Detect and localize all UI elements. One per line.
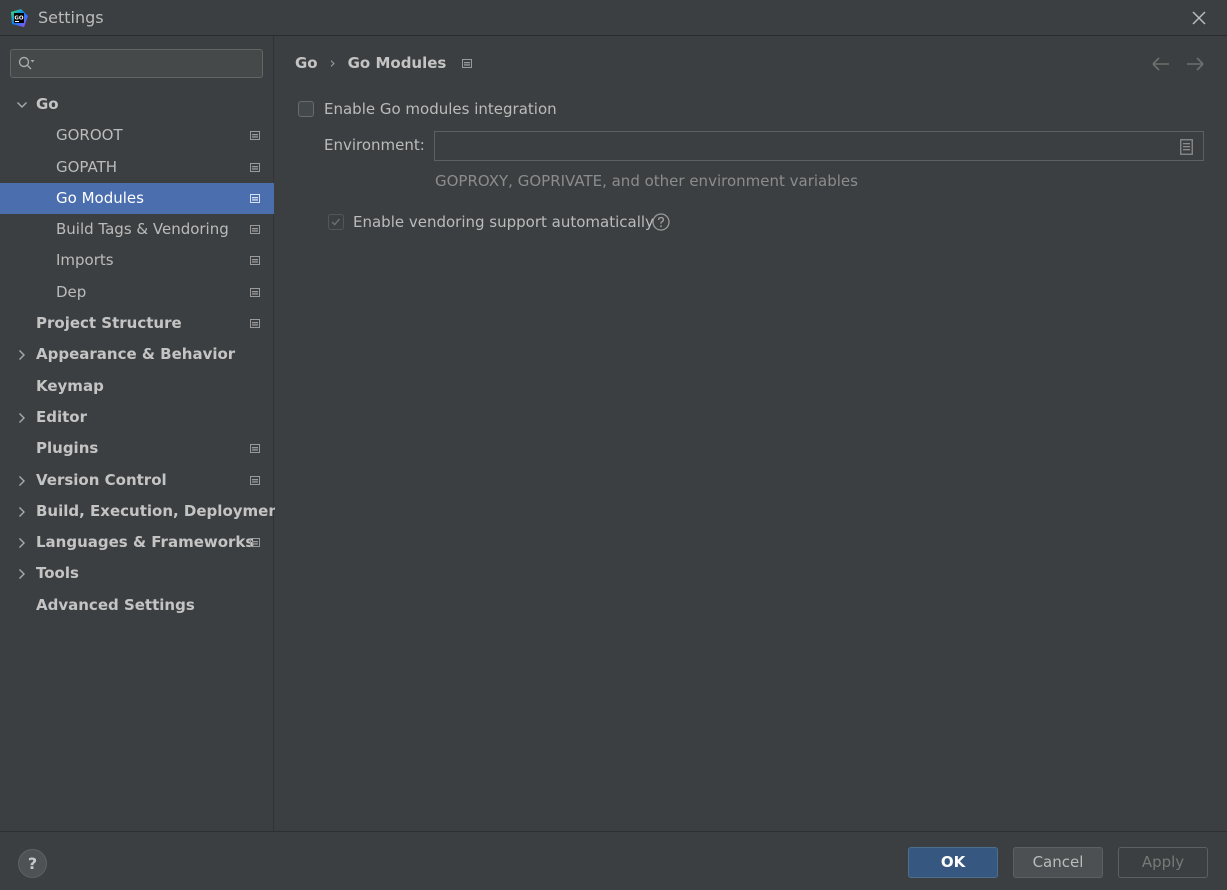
settings-sidebar: Go GOROOT GOPATH Go Modules Build Tags & Ven… xyxy=(0,36,286,831)
cancel-button[interactable]: Cancel xyxy=(1013,847,1103,878)
tree-item-label: Go Modules xyxy=(56,188,144,207)
ok-button[interactable]: OK xyxy=(908,847,998,878)
tree-item-label: GOROOT xyxy=(56,126,123,145)
close-icon[interactable] xyxy=(1189,8,1209,28)
chevron-down-icon[interactable] xyxy=(16,99,28,111)
vendoring-checkbox xyxy=(328,214,344,230)
chevron-right-icon[interactable] xyxy=(16,568,28,580)
tree-item-label: Build, Execution, Deployment xyxy=(36,501,287,520)
breadcrumb: Go › Go Modules xyxy=(295,54,473,72)
tree-item[interactable]: Project Structure xyxy=(0,308,274,339)
breadcrumb-current: Go Modules xyxy=(347,54,447,72)
chevron-right-icon[interactable] xyxy=(16,412,28,424)
tree-item-label: Editor xyxy=(36,407,87,426)
project-settings-icon xyxy=(250,256,260,266)
project-settings-icon xyxy=(250,444,260,454)
project-settings-icon xyxy=(462,59,473,68)
project-settings-icon xyxy=(250,475,260,485)
tree-item[interactable]: Plugins xyxy=(0,433,274,464)
tree-item[interactable]: Build, Execution, Deployment xyxy=(0,496,286,527)
dialog-footer: ? OK Cancel Apply xyxy=(0,831,1227,890)
tree-item-label: Advanced Settings xyxy=(36,595,195,614)
tree-item[interactable]: Go xyxy=(0,89,274,120)
help-icon[interactable] xyxy=(652,213,670,231)
tree-item[interactable]: Version Control xyxy=(0,465,274,496)
window-title: Settings xyxy=(38,8,104,27)
title-bar: GO Settings xyxy=(0,0,1227,36)
tree-item[interactable]: Keymap xyxy=(0,371,274,402)
help-button[interactable]: ? xyxy=(18,849,47,878)
tree-item-label: Build Tags & Vendoring xyxy=(56,220,229,239)
environment-field[interactable] xyxy=(434,131,1204,161)
apply-button[interactable]: Apply xyxy=(1118,847,1208,878)
settings-content: Go › Go Modules Enable Go modules integrat… xyxy=(275,36,1227,831)
go-app-icon: GO xyxy=(11,9,28,27)
project-settings-icon xyxy=(250,131,260,141)
environment-hint: GOPROXY, GOPRIVATE, and other environmen… xyxy=(435,172,858,190)
tree-item[interactable]: Advanced Settings xyxy=(0,590,274,621)
tree-item[interactable]: Tools xyxy=(0,558,274,589)
tree-item-label: Plugins xyxy=(36,439,99,458)
search-icon[interactable] xyxy=(18,56,36,72)
tree-item-label: Languages & Frameworks xyxy=(36,533,255,552)
tree-item[interactable]: Languages & Frameworks xyxy=(0,527,274,558)
tree-item[interactable]: Imports xyxy=(0,245,274,276)
chevron-right-icon[interactable] xyxy=(16,475,28,487)
history-nav xyxy=(1152,57,1204,71)
tree-item[interactable]: Dep xyxy=(0,277,274,308)
vendoring-label: Enable vendoring support automatically xyxy=(353,213,654,231)
settings-tree: Go GOROOT GOPATH Go Modules Build Tags & Ven… xyxy=(0,89,286,621)
enable-modules-checkbox[interactable] xyxy=(298,101,314,117)
project-settings-icon xyxy=(250,538,260,548)
project-settings-icon xyxy=(250,319,260,329)
tree-item-label: Dep xyxy=(56,282,87,301)
search-input[interactable] xyxy=(45,53,259,75)
environment-label: Environment: xyxy=(324,136,425,154)
tree-item-label: Project Structure xyxy=(36,314,182,333)
tree-item[interactable]: Editor xyxy=(0,402,274,433)
breadcrumb-separator: › xyxy=(329,54,336,72)
forward-arrow-icon[interactable] xyxy=(1187,57,1204,71)
tree-item-label: Appearance & Behavior xyxy=(36,345,236,364)
svg-text:GO: GO xyxy=(14,16,24,22)
vendoring-row: Enable vendoring support automatically xyxy=(328,213,678,233)
project-settings-icon xyxy=(250,287,260,297)
tree-item[interactable]: GOPATH xyxy=(0,152,274,183)
project-settings-icon xyxy=(250,225,260,235)
tree-item-label: Go xyxy=(36,95,59,113)
tree-item[interactable]: Appearance & Behavior xyxy=(0,339,274,370)
enable-modules-label[interactable]: Enable Go modules integration xyxy=(324,100,557,118)
tree-item-label: Imports xyxy=(56,251,114,270)
checkmark-icon xyxy=(331,218,341,226)
tree-item[interactable]: Build Tags & Vendoring xyxy=(0,214,274,245)
enable-modules-row[interactable]: Enable Go modules integration xyxy=(298,100,598,120)
project-settings-icon xyxy=(250,162,260,172)
tree-item-label: Tools xyxy=(36,564,79,583)
tree-item-label: Keymap xyxy=(36,376,104,395)
project-settings-icon xyxy=(250,193,260,203)
settings-search-box[interactable] xyxy=(10,49,263,78)
back-arrow-icon[interactable] xyxy=(1152,57,1169,71)
chevron-right-icon[interactable] xyxy=(16,349,28,361)
tree-item-label: GOPATH xyxy=(56,157,118,176)
tree-item-label: Version Control xyxy=(36,470,167,489)
browse-icon[interactable] xyxy=(1180,139,1193,155)
tree-item[interactable]: GOROOT xyxy=(0,120,274,151)
chevron-right-icon[interactable] xyxy=(16,537,28,549)
chevron-right-icon[interactable] xyxy=(16,506,28,518)
tree-item[interactable]: Go Modules xyxy=(0,182,274,215)
breadcrumb-parent[interactable]: Go xyxy=(295,54,318,72)
